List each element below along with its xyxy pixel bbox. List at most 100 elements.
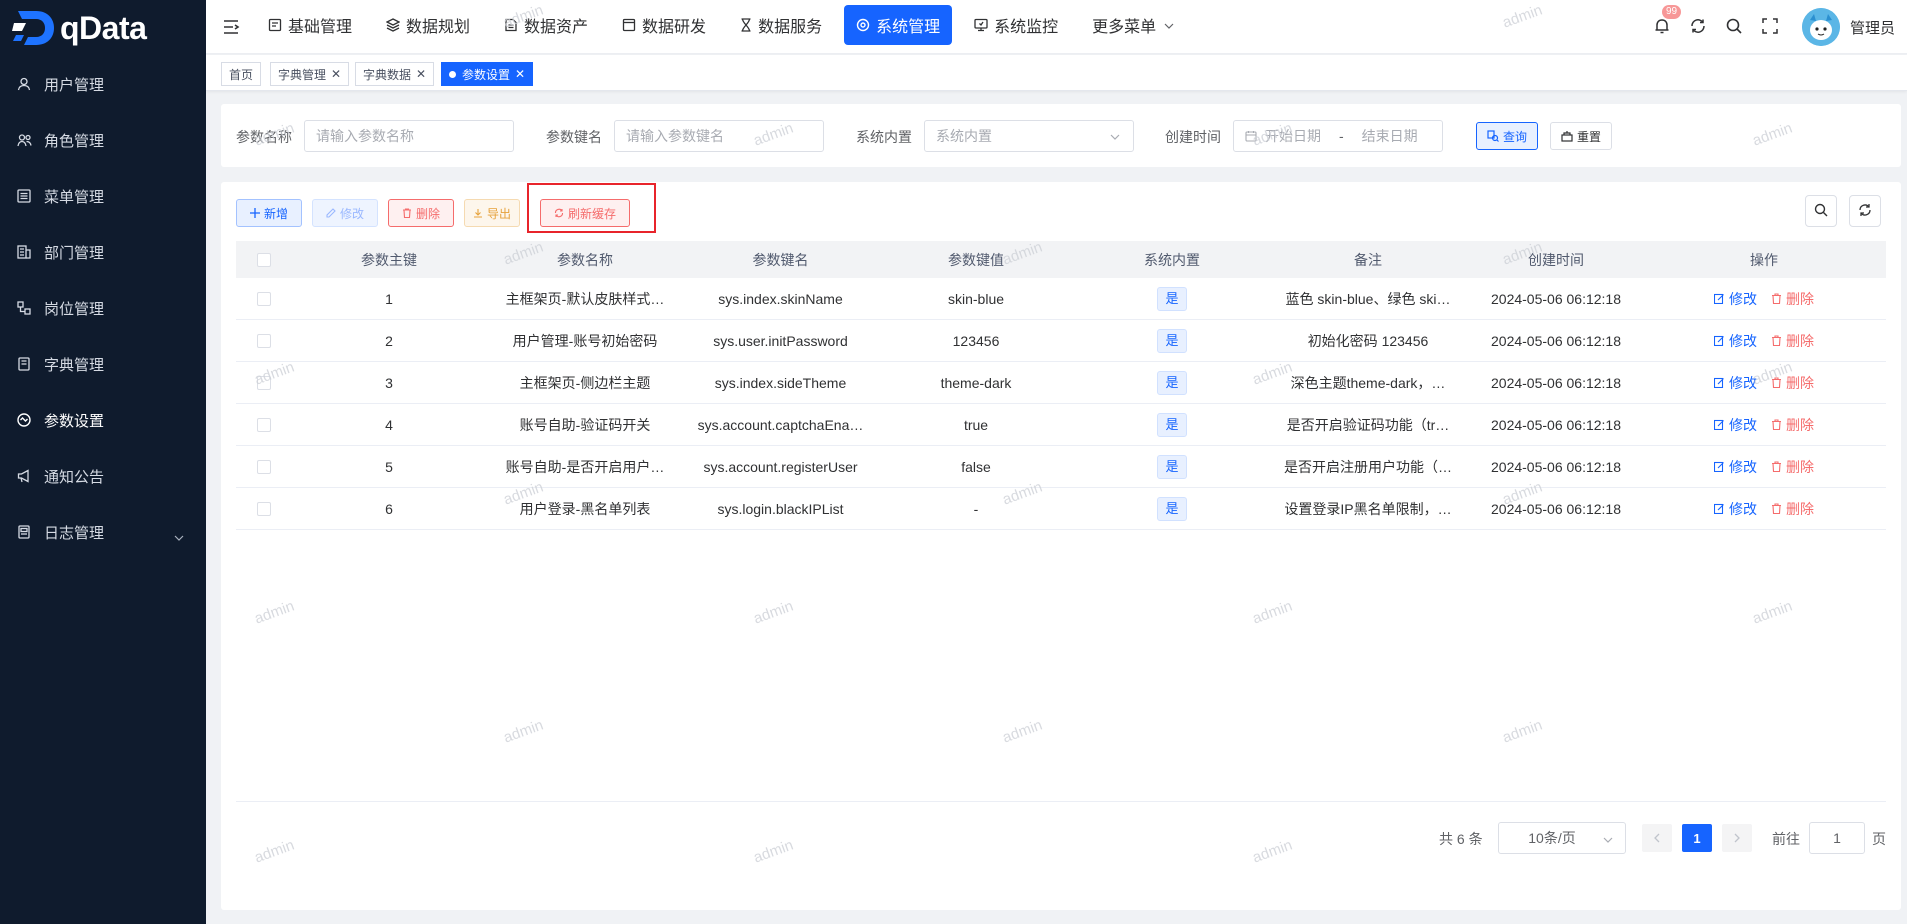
row-checkbox[interactable] [236, 501, 291, 516]
row-delete-button[interactable]: 删除 [1771, 373, 1814, 393]
tags-view: 首页 字典管理 ✕ 字典数据 ✕ 参数设置 ✕ [206, 55, 1907, 91]
sidebar-item-users[interactable]: 用户管理 [0, 56, 206, 112]
row-edit-button[interactable]: 修改 [1714, 499, 1757, 519]
sidebar-item-notices[interactable]: 通知公告 [0, 448, 206, 504]
users-icon [16, 132, 32, 148]
brand-name: qData [60, 9, 147, 46]
close-icon[interactable]: ✕ [416, 67, 426, 81]
row-checkbox[interactable] [236, 459, 291, 474]
nav-data-dev[interactable]: 数据研发 [610, 5, 718, 45]
cell-created: 2024-05-06 06:12:18 [1491, 458, 1621, 475]
sidebar-menu: 用户管理 角色管理 菜单管理 部门管理 岗位管理 字典管理 参数设置 通知公告 [0, 56, 206, 560]
user-name[interactable]: 管理员 [1850, 17, 1895, 38]
tag-dictionary-data[interactable]: 字典数据 ✕ [355, 62, 435, 86]
next-page-button[interactable] [1722, 824, 1752, 852]
select-all-checkbox[interactable] [236, 252, 291, 267]
notification-bell[interactable]: 99 [1644, 4, 1682, 38]
row-checkbox[interactable] [236, 417, 291, 432]
date-range-picker[interactable]: 开始日期 - 结束日期 [1233, 120, 1443, 152]
nav-data-planning[interactable]: 数据规划 [374, 5, 482, 45]
checkbox-box [256, 252, 271, 267]
config-name-input[interactable]: 请输入参数名称 [304, 120, 514, 152]
export-button[interactable]: 导出 [464, 199, 520, 227]
bell-icon [1653, 17, 1671, 38]
row-edit-button[interactable]: 修改 [1714, 289, 1757, 309]
row-checkbox[interactable] [236, 333, 291, 348]
table-row: 6 用户登录-黑名单列表 sys.login.blackIPList - 是 设… [236, 488, 1886, 530]
nav-base-management[interactable]: 基础管理 [256, 5, 364, 45]
start-date-input[interactable]: 开始日期 [1265, 126, 1321, 146]
refresh-page-button[interactable] [1680, 17, 1716, 38]
cell-id: 3 [385, 374, 393, 391]
nav-more-menu[interactable]: 更多菜单 [1080, 5, 1186, 45]
row-edit-button[interactable]: 修改 [1714, 457, 1757, 477]
page-number-current[interactable]: 1 [1682, 824, 1712, 852]
trash-icon [1772, 503, 1781, 514]
prev-page-button[interactable] [1642, 824, 1672, 852]
add-button[interactable]: 新增 [236, 199, 302, 227]
close-icon[interactable]: ✕ [515, 67, 525, 81]
builtin-tag: 是 [1157, 286, 1187, 311]
row-edit-button[interactable]: 修改 [1714, 331, 1757, 351]
toggle-search-button[interactable] [1805, 195, 1837, 227]
created-time-label: 创建时间 [1165, 129, 1221, 145]
sidebar-item-roles[interactable]: 角色管理 [0, 112, 206, 168]
tag-home[interactable]: 首页 [221, 62, 262, 86]
nav-data-services[interactable]: 数据服务 [728, 5, 834, 45]
row-checkbox[interactable] [236, 375, 291, 390]
builtin-tag: 是 [1157, 496, 1187, 521]
refresh-table-button[interactable] [1849, 195, 1881, 227]
edit-icon [1714, 461, 1724, 472]
tag-dictionary-management[interactable]: 字典管理 ✕ [270, 62, 350, 86]
cell-value: true [963, 416, 989, 433]
cell-remark: 是否开启验证码功能（tr… [1286, 416, 1450, 433]
hamburger-icon[interactable] [222, 18, 240, 36]
row-delete-button[interactable]: 删除 [1771, 415, 1814, 435]
nav-data-assets[interactable]: 数据资产 [492, 5, 600, 45]
row-delete-button[interactable]: 删除 [1771, 289, 1814, 309]
builtin-label: 系统内置 [856, 129, 912, 145]
sidebar-item-config[interactable]: 参数设置 [0, 392, 206, 448]
builtin-select[interactable]: 系统内置 [924, 120, 1134, 152]
sidebar-item-logs[interactable]: 日志管理 [0, 504, 206, 560]
column-header: 参数主键 [361, 251, 417, 268]
sidebar-item-dictionary[interactable]: 字典管理 [0, 336, 206, 392]
sidebar-item-label: 日志管理 [44, 524, 105, 542]
global-search-button[interactable] [1716, 17, 1752, 38]
date-separator: - [1339, 128, 1344, 144]
chevron-down-icon [1164, 16, 1174, 34]
tag-config-settings[interactable]: 参数设置 ✕ [441, 62, 534, 86]
column-header: 参数键名 [752, 251, 809, 268]
nav-system-management[interactable]: 系统管理 [844, 5, 953, 45]
cell-key: sys.index.sideTheme [714, 374, 847, 391]
page-size-select[interactable]: 10条/页 [1498, 822, 1626, 854]
end-date-input[interactable]: 结束日期 [1362, 126, 1418, 146]
avatar[interactable] [1801, 8, 1840, 46]
row-delete-label: 删除 [1786, 290, 1814, 307]
goto-page-input[interactable]: 1 [1809, 822, 1865, 854]
nav-system-monitor[interactable]: 系统监控 [962, 5, 1070, 45]
sidebar-item-departments[interactable]: 部门管理 [0, 224, 206, 280]
cell-name: 用户登录-黑名单列表 [519, 500, 651, 517]
row-checkbox[interactable] [236, 291, 291, 306]
delete-button[interactable]: 删除 [388, 199, 454, 227]
query-button[interactable]: 查询 [1476, 122, 1538, 150]
chevron-left-icon [1653, 830, 1661, 846]
config-key-input[interactable]: 请输入参数键名 [614, 120, 824, 152]
table-row: 2 用户管理-账号初始密码 sys.user.initPassword 1234… [236, 320, 1886, 362]
sidebar-item-menus[interactable]: 菜单管理 [0, 168, 206, 224]
row-delete-label: 删除 [1786, 374, 1814, 391]
edit-button[interactable]: 修改 [312, 199, 378, 227]
row-edit-label: 修改 [1729, 374, 1757, 391]
logo[interactable]: qData [12, 6, 147, 50]
sidebar-item-posts[interactable]: 岗位管理 [0, 280, 206, 336]
close-icon[interactable]: ✕ [331, 67, 341, 81]
row-edit-button[interactable]: 修改 [1714, 415, 1757, 435]
row-edit-button[interactable]: 修改 [1714, 373, 1757, 393]
fullscreen-button[interactable] [1752, 17, 1788, 37]
cell-name: 账号自助-验证码开关 [519, 416, 651, 433]
row-delete-button[interactable]: 删除 [1771, 499, 1814, 519]
reset-button[interactable]: 重置 [1550, 122, 1612, 150]
row-delete-button[interactable]: 删除 [1771, 457, 1814, 477]
row-delete-button[interactable]: 删除 [1771, 331, 1814, 351]
